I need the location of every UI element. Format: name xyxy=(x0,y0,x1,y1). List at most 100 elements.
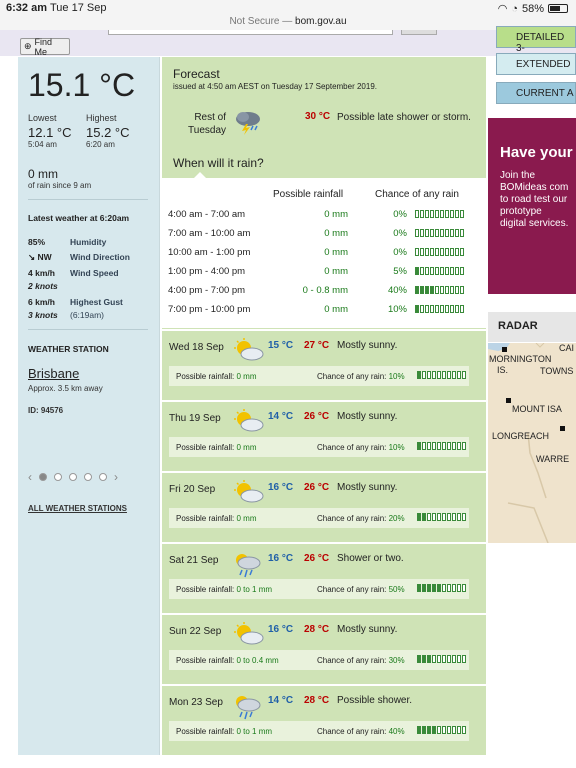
station-link[interactable]: Brisbane xyxy=(28,366,79,381)
right-column: DETAILED 3- EXTENDED CURRENT A Have your… xyxy=(486,26,576,768)
lowest-value: 12.1 °C xyxy=(28,125,72,140)
hour-rainfall: 0 - 0.8 mm xyxy=(302,285,348,296)
day-forecast[interactable]: Thu 19 Sep 14 °C 26 °C Mostly sunny. Possibl… xyxy=(162,400,486,468)
url-domain: bom.gov.au xyxy=(295,16,347,27)
wind-speed-row: 4 km/h Wind Speed xyxy=(28,268,119,278)
carousel-dot[interactable] xyxy=(39,473,47,481)
hour-chance: 5% xyxy=(393,266,407,277)
status-date: Tue 17 Sep xyxy=(50,2,107,14)
hour-rainfall: 0 mm xyxy=(324,228,348,239)
day-min-temp: 16 °C xyxy=(268,482,294,493)
hour-chance: 40% xyxy=(387,285,407,296)
chance-value: 40% xyxy=(388,727,405,736)
rainfall-value: 0 to 1 mm xyxy=(236,727,273,736)
day-forecast[interactable]: Mon 23 Sep 14 °C 28 °C Possible shower. Poss… xyxy=(162,684,486,752)
divider xyxy=(28,199,148,200)
wifi-icon: ◠ xyxy=(497,3,508,15)
chance-value: 20% xyxy=(388,514,405,523)
chance-value: 10% xyxy=(388,372,405,381)
day-description: Mostly sunny. xyxy=(337,411,398,422)
search-button[interactable] xyxy=(401,30,437,35)
radar-heading: RADAR xyxy=(488,312,576,342)
chance-bar xyxy=(415,229,464,237)
mostly-sunny-icon xyxy=(232,409,264,438)
hour-chance: 10% xyxy=(387,304,407,315)
day-forecast[interactable]: Fri 20 Sep 16 °C 26 °C Mostly sunny. Possibl… xyxy=(162,471,486,539)
chevron-right-icon[interactable]: › xyxy=(114,470,118,484)
map-label: MOUNT ISA xyxy=(512,404,562,414)
carousel-dot[interactable] xyxy=(84,473,92,481)
day-max-temp: 28 °C xyxy=(304,624,330,635)
hour-rainfall: 0 mm xyxy=(324,209,348,220)
search-input[interactable] xyxy=(108,30,393,35)
tab-detailed[interactable]: DETAILED 3- xyxy=(496,26,576,54)
hourly-row: 10:00 am - 1:00 pm 0 mm 0% xyxy=(162,247,486,266)
hourly-row: 7:00 pm - 10:00 pm 0 mm 10% xyxy=(162,304,486,323)
mostly-sunny-icon xyxy=(232,338,264,367)
rainfall-value: 0 mm xyxy=(236,443,257,452)
rainfall-value: 0 mm xyxy=(236,372,257,381)
status-time: 6:32 am xyxy=(6,2,47,14)
day-description: Mostly sunny. xyxy=(337,340,398,351)
day-forecast[interactable]: Wed 18 Sep 15 °C 27 °C Mostly sunny. Possibl… xyxy=(162,329,486,397)
rest-description: Possible late shower or storm. xyxy=(337,112,471,123)
rainfall-label: Possible rainfall: xyxy=(176,443,235,452)
url-bar[interactable]: Not Secure — bom.gov.au xyxy=(0,16,576,30)
chance-bar xyxy=(417,726,466,734)
carousel-dot[interactable] xyxy=(69,473,77,481)
map-label: LONGREACH xyxy=(492,431,550,441)
hourly-row: 7:00 am - 10:00 am 0 mm 0% xyxy=(162,228,486,247)
day-name: Thu 19 Sep xyxy=(169,413,221,424)
forecast-title: Forecast xyxy=(173,67,220,81)
col-rainfall-header: Possible rainfall xyxy=(273,189,344,200)
rainfall-label: Possible rainfall: xyxy=(176,656,235,665)
town-marker xyxy=(502,347,507,352)
day-name: Fri 20 Sep xyxy=(169,484,216,495)
col-chance-header: Chance of any rain xyxy=(375,189,459,200)
day-rain-summary: Possible rainfall: 0 to 1 mm Chance of an… xyxy=(169,579,469,599)
tab-current[interactable]: CURRENT A xyxy=(496,82,576,104)
gust-label: Highest Gust xyxy=(70,297,123,307)
url-prefix: Not Secure — xyxy=(229,16,296,27)
highest-block: Highest 15.2 °C 6:20 am xyxy=(86,113,130,149)
hour-range: 7:00 pm - 10:00 pm xyxy=(168,304,251,315)
chance-label: Chance of any rain: xyxy=(317,372,387,381)
station-distance: Approx. 3.5 km away xyxy=(28,384,103,393)
chance-label: Chance of any rain: xyxy=(317,727,387,736)
find-me-button[interactable]: ⊕ Find Me xyxy=(20,36,70,57)
town-marker xyxy=(506,398,511,403)
all-weather-stations-link[interactable]: ALL WEATHER STATIONS xyxy=(28,504,127,513)
carousel-dot[interactable] xyxy=(54,473,62,481)
day-min-temp: 16 °C xyxy=(268,624,294,635)
gust-time: (6:19am) xyxy=(70,310,105,320)
day-forecast[interactable]: Sat 21 Sep 16 °C 26 °C Shower or two. Possib… xyxy=(162,542,486,610)
bomideas-banner[interactable]: Have your Join the BOMideas com to road … xyxy=(488,118,576,294)
carousel-dot[interactable] xyxy=(99,473,107,481)
chance-bar xyxy=(415,210,464,218)
chance-label: Chance of any rain: xyxy=(317,656,387,665)
hour-chance: 0% xyxy=(393,247,407,258)
humidity-label: Humidity xyxy=(70,237,107,247)
banner-text: Join the BOMideas com to road test our p… xyxy=(500,170,569,229)
chevron-left-icon[interactable]: ‹ xyxy=(28,470,32,484)
map-label: WARRE xyxy=(536,454,570,464)
day-forecast[interactable]: Sun 22 Sep 16 °C 28 °C Mostly sunny. Possibl… xyxy=(162,613,486,681)
radar-map[interactable]: MORNINGTON IS. TOWNS CAI MOUNT ISA LONGR… xyxy=(488,343,576,543)
day-name: Sat 21 Sep xyxy=(169,555,219,566)
hour-range: 4:00 am - 7:00 am xyxy=(168,209,246,220)
tab-extended[interactable]: EXTENDED xyxy=(496,53,576,75)
highest-value: 15.2 °C xyxy=(86,125,130,140)
hourly-row: 4:00 am - 7:00 am 0 mm 0% xyxy=(162,209,486,228)
crosshair-icon: ⊕ xyxy=(24,41,32,51)
map-label: TOWNS xyxy=(540,366,574,376)
map-label: MORNINGTON xyxy=(489,354,552,364)
wind-speed-knots: 2 knots xyxy=(28,281,58,291)
find-me-label: Find Me xyxy=(34,36,53,57)
map-label: CAI xyxy=(559,343,575,353)
storm-icon xyxy=(232,109,262,140)
when-rain-heading: When will it rain? xyxy=(173,156,264,170)
chance-bar xyxy=(417,513,466,521)
wind-direction-value: NW xyxy=(37,252,52,262)
chance-value: 30% xyxy=(388,656,405,665)
gust-knots-row: 3 knots (6:19am) xyxy=(28,310,104,320)
